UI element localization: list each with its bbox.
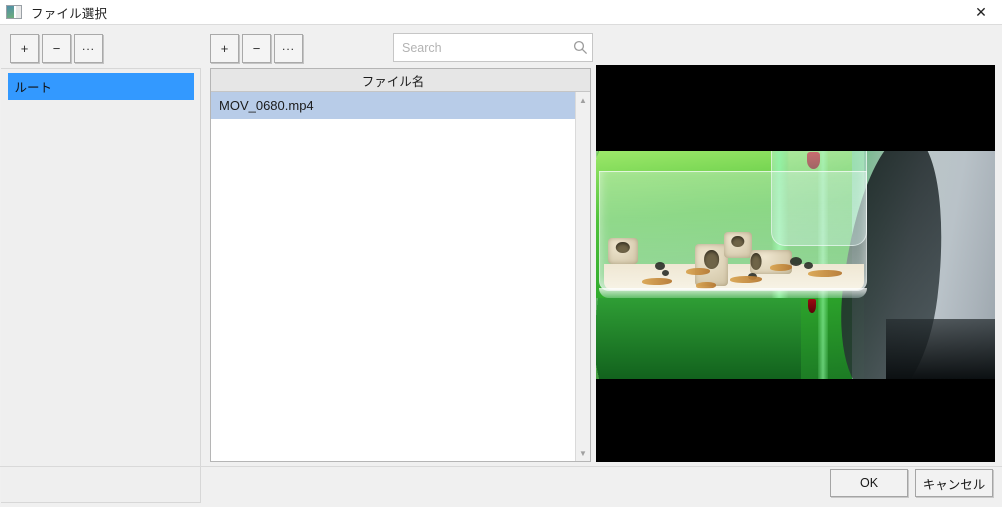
file-options-button[interactable]: ... — [274, 34, 303, 63]
scroll-up-icon[interactable]: ▲ — [576, 92, 590, 108]
ok-button[interactable]: OK — [830, 469, 908, 497]
file-selection-dialog: ファイル選択 ✕ + − ... + − ... ルート ファイル名 MOV_0… — [0, 0, 1002, 507]
scroll-down-icon[interactable]: ▼ — [576, 445, 590, 461]
folder-tree-panel: ルート — [1, 68, 201, 503]
tree-item-root[interactable]: ルート — [8, 73, 194, 100]
file-list-scrollbar[interactable]: ▲ ▼ — [575, 92, 590, 461]
file-name-label: MOV_0680.mp4 — [219, 98, 314, 113]
file-list-panel: ファイル名 MOV_0680.mp4 ▲ ▼ — [210, 68, 591, 462]
image-file-icon — [6, 5, 22, 19]
close-icon[interactable]: ✕ — [960, 0, 1002, 25]
window-title: ファイル選択 — [31, 3, 107, 22]
search-icon[interactable] — [569, 34, 592, 61]
file-list-row[interactable]: MOV_0680.mp4 — [211, 92, 575, 119]
video-preview-panel[interactable] — [596, 65, 995, 462]
file-remove-button[interactable]: − — [242, 34, 271, 63]
search-box[interactable] — [393, 33, 593, 62]
tree-options-button[interactable]: ... — [74, 34, 103, 63]
titlebar: ファイル選択 ✕ — [0, 0, 1002, 25]
search-input[interactable] — [394, 34, 569, 61]
tree-item-label: ルート — [15, 77, 53, 96]
column-header-filename[interactable]: ファイル名 — [211, 69, 590, 92]
cancel-button[interactable]: キャンセル — [915, 469, 993, 497]
footer-divider — [0, 466, 1002, 467]
file-add-button[interactable]: + — [210, 34, 239, 63]
tree-add-button[interactable]: + — [10, 34, 39, 63]
file-list-body: MOV_0680.mp4 ▲ ▼ — [211, 92, 590, 461]
video-frame — [596, 151, 995, 379]
tree-remove-button[interactable]: − — [42, 34, 71, 63]
